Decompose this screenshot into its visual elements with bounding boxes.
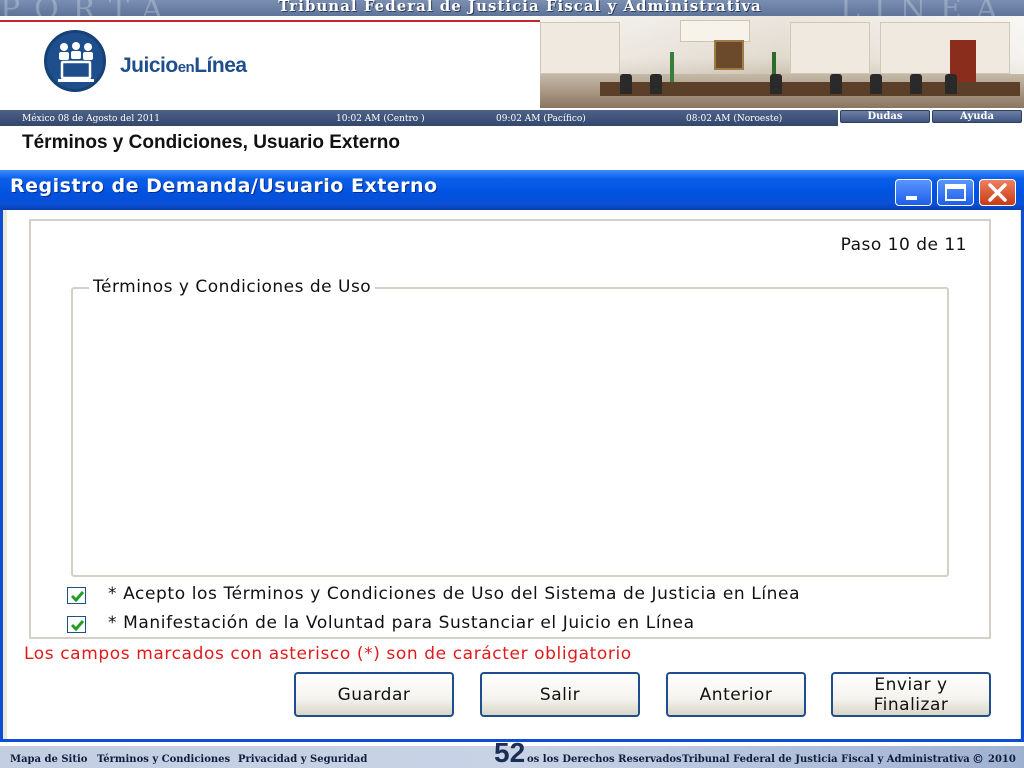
copyright-symbol: © <box>972 752 984 766</box>
logo-wordmark: JuicioenLínea <box>120 54 247 78</box>
form-panel: Paso 10 de 11 Términos y Condiciones de … <box>29 219 991 639</box>
courtroom-plaque <box>680 20 750 42</box>
close-icon <box>988 183 1007 202</box>
required-fields-note: Los campos marcados con asterisco (*) so… <box>24 644 632 664</box>
footer-link-terminos[interactable]: Términos y Condiciones <box>97 754 230 765</box>
enviar-label-line1: Enviar y <box>874 674 948 695</box>
header: JuicioenLínea <box>0 16 1024 108</box>
logo-part-2: en <box>177 59 195 76</box>
guardar-button[interactable]: Guardar <box>294 672 454 717</box>
top-banner: PORTA Tribunal Federal de Justicia Fisca… <box>0 0 1024 16</box>
slide-number: 52 <box>494 737 526 768</box>
maximize-icon <box>945 184 966 201</box>
terms-legend: Términos y Condiciones de Uso <box>89 277 376 297</box>
manifestacion-checkbox[interactable] <box>67 616 86 633</box>
window-title: Registro de Demanda/Usuario Externo <box>10 175 438 197</box>
time-pacifico: 09:02 AM (Pacífico) <box>496 114 586 124</box>
banner-title: Tribunal Federal de Justicia Fiscal y Ad… <box>278 0 762 15</box>
banner-watermark-left: PORTA <box>0 0 177 16</box>
courtroom-bench <box>600 82 1020 96</box>
anterior-label: Anterior <box>699 684 773 705</box>
accept-terms-label: * Acepto los Términos y Condiciones de U… <box>108 584 801 604</box>
courtroom-photo <box>540 16 1024 108</box>
step-indicator: Paso 10 de 11 <box>840 235 967 255</box>
checkmark-icon <box>70 620 85 632</box>
page-title: Términos y Condiciones, Usuario Externo <box>22 132 400 153</box>
footer-year: 2010 <box>988 754 1016 765</box>
maximize-button[interactable] <box>937 179 974 206</box>
footer-rights: os los Derechos Reservados <box>527 754 682 765</box>
window-content: Paso 10 de 11 Términos y Condiciones de … <box>7 210 1020 739</box>
minimize-button[interactable] <box>895 179 932 206</box>
dudas-button[interactable]: Dudas <box>840 110 930 123</box>
salir-label: Salir <box>539 684 581 705</box>
salir-button[interactable]: Salir <box>480 672 640 717</box>
footer-link-mapa[interactable]: Mapa de Sitio <box>10 754 87 765</box>
time-noroeste: 08:02 AM (Noroeste) <box>686 114 783 124</box>
header-red-line <box>0 20 560 22</box>
time-centro: 10:02 AM (Centro ) <box>336 114 425 124</box>
guardar-label: Guardar <box>337 684 411 705</box>
courtroom-frame <box>714 40 744 70</box>
info-strip: México 08 de Agosto del 2011 10:02 AM (C… <box>0 110 838 126</box>
footer-tribunal: Tribunal Federal de Justicia Fiscal y Ad… <box>682 754 970 765</box>
anterior-button[interactable]: Anterior <box>666 672 806 717</box>
window-titlebar[interactable]: Registro de Demanda/Usuario Externo <box>0 170 1024 210</box>
logo-part-1: Juicio <box>120 54 178 77</box>
current-date: México 08 de Agosto del 2011 <box>22 114 161 124</box>
registro-window: Registro de Demanda/Usuario Externo Paso… <box>0 170 1024 742</box>
accept-terms-checkbox[interactable] <box>67 587 86 604</box>
footer-link-privacidad[interactable]: Privacidad y Seguridad <box>238 754 367 765</box>
people-at-computer-icon <box>44 30 106 92</box>
terms-fieldset[interactable]: Términos y Condiciones de Uso <box>71 277 949 577</box>
ayuda-button[interactable]: Ayuda <box>932 110 1022 123</box>
close-button[interactable] <box>979 179 1016 206</box>
enviar-label-line2: Finalizar <box>873 694 949 715</box>
logo-part-3: Línea <box>194 54 247 77</box>
banner-watermark-right: LINEA <box>840 0 1012 16</box>
manifestacion-label: * Manifestación de la Voluntad para Sust… <box>108 613 695 633</box>
enviar-finalizar-button[interactable]: Enviar y Finalizar <box>831 672 991 717</box>
checkmark-icon <box>70 591 85 603</box>
minimize-icon <box>906 196 917 200</box>
